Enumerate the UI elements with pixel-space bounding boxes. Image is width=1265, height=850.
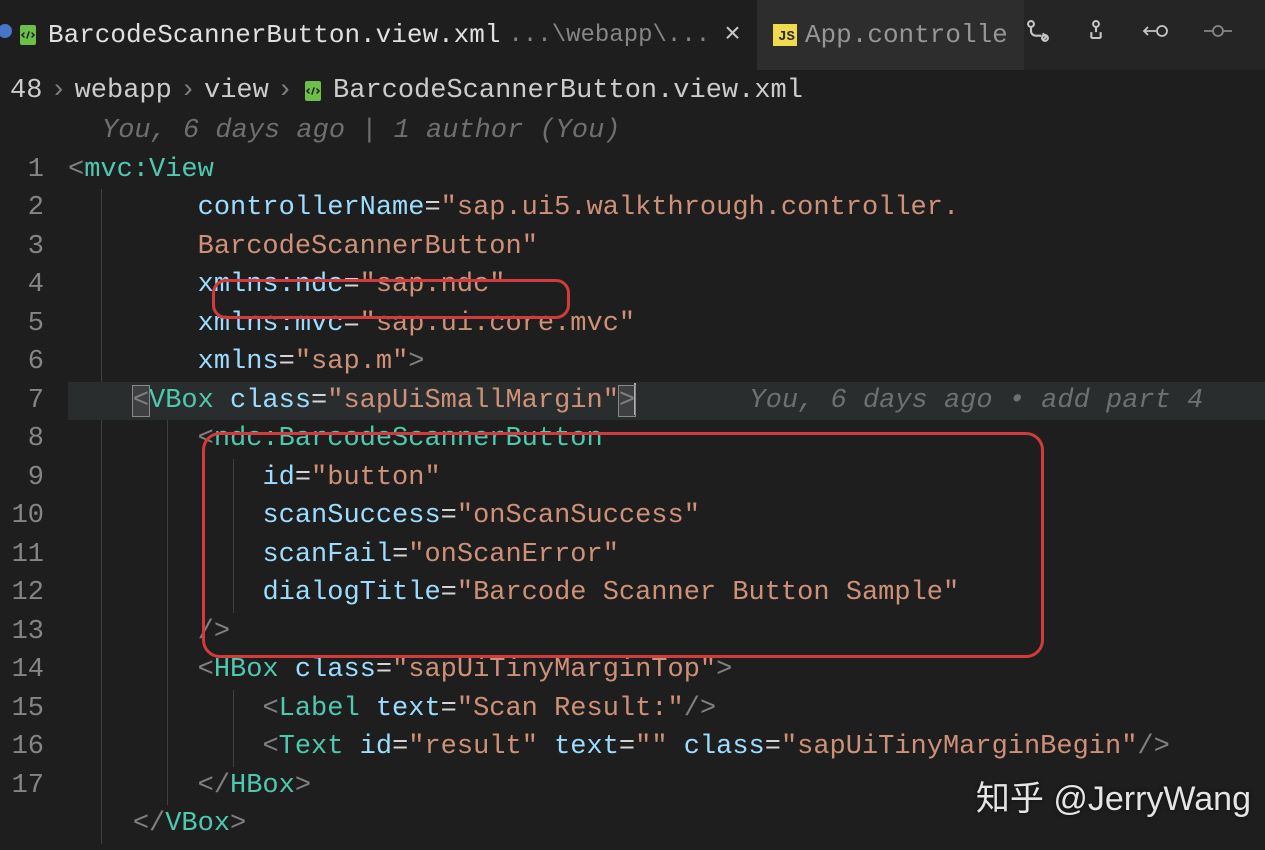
code-line: xmlns:ndc="sap.ndc" (68, 266, 1265, 305)
code-line-active: <VBox class="sapUiSmallMargin"> You, 6 d… (68, 382, 1265, 421)
code-line: <ndc:BarcodeScannerButton (68, 420, 1265, 459)
code-line: id="button" (68, 459, 1265, 498)
watermark-text: 知乎 @JerryWang (976, 771, 1251, 820)
code-line: <Label text="Scan Result:"/> (68, 690, 1265, 729)
breadcrumb-file[interactable]: BarcodeScannerButton.view.xml (333, 76, 803, 106)
code-line: <Text id="result" text="" class="sapUiTi… (68, 728, 1265, 767)
code-line: xmlns="sap.m"> (68, 343, 1265, 382)
tab-active[interactable]: BarcodeScannerButton.view.xml ...\webapp… (0, 0, 757, 70)
xml-file-icon (301, 79, 325, 103)
commit-node-icon[interactable] (1202, 20, 1234, 50)
close-icon[interactable]: × (724, 20, 741, 51)
breadcrumb-seg[interactable]: view (204, 76, 269, 106)
code-line: /> (68, 613, 1265, 652)
js-file-icon: JS (773, 24, 797, 46)
code-line: xmlns:mvc="sap.ui.core.mvc" (68, 305, 1265, 344)
chevron-right-icon: › (277, 76, 293, 106)
tab-inactive[interactable]: JS App.controlle (757, 0, 1024, 70)
breadcrumb-partial: 48 (10, 76, 42, 106)
git-blame-top: You, 6 days ago | 1 author (You) (68, 112, 1265, 151)
code-line: <mvc:View (68, 151, 1265, 190)
tab-active-title: BarcodeScannerButton.view.xml (48, 20, 500, 50)
code-line: controllerName="sap.ui5.walkthrough.cont… (68, 189, 1265, 228)
xml-file-icon (16, 23, 40, 47)
compare-changes-icon[interactable] (1024, 17, 1052, 53)
prev-change-icon[interactable] (1140, 20, 1172, 50)
tab-inactive-title: App.controlle (805, 20, 1008, 50)
breadcrumb-seg[interactable]: webapp (75, 76, 172, 106)
breadcrumb[interactable]: 48 › webapp › view › BarcodeScannerButto… (0, 70, 1265, 112)
code-line: dialogTitle="Barcode Scanner Button Samp… (68, 574, 1265, 613)
code-line: scanSuccess="onScanSuccess" (68, 497, 1265, 536)
code-line: scanFail="onScanError" (68, 536, 1265, 575)
tab-active-subtitle: ...\webapp\... (508, 22, 710, 49)
tab-bar: BarcodeScannerButton.view.xml ...\webapp… (0, 0, 1265, 70)
code-line: <HBox class="sapUiTinyMarginTop"> (68, 651, 1265, 690)
chevron-right-icon: › (50, 76, 66, 106)
code-line: BarcodeScannerButton" (68, 228, 1265, 267)
code-content[interactable]: You, 6 days ago | 1 author (You) <mvc:Vi… (68, 112, 1265, 844)
editor-toolbar (1024, 17, 1265, 53)
file-history-icon[interactable] (1082, 17, 1110, 53)
line-number-gutter: 123 456 789 101112 131415 1617 (0, 112, 68, 844)
chevron-right-icon: › (180, 76, 196, 106)
editor-area[interactable]: 123 456 789 101112 131415 1617 You, 6 da… (0, 112, 1265, 844)
git-blame-inline: You, 6 days ago • add part 4 (750, 386, 1204, 416)
